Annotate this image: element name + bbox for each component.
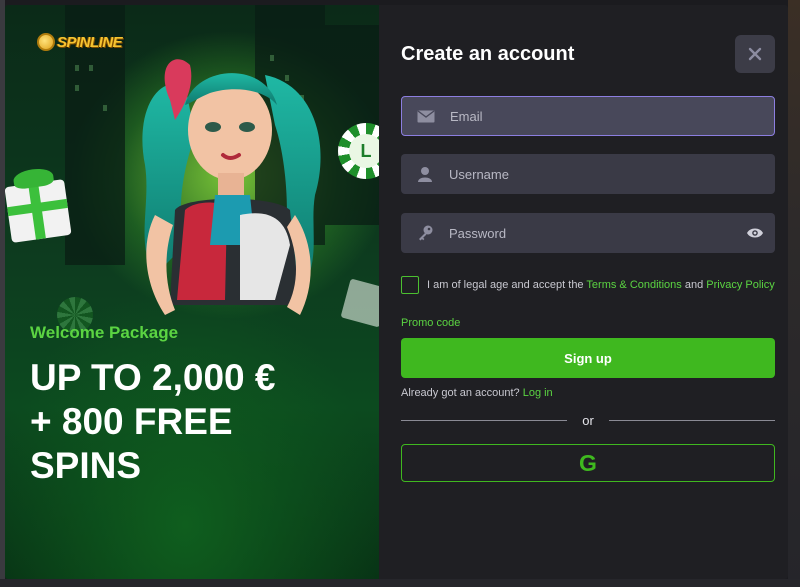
bonus-headline: UP TO 2,000 € + 800 FREE SPINS <box>30 356 360 488</box>
promo-panel: SPINLINE L Welcome Package UP TO 2,000 €… <box>5 5 379 579</box>
headline-line: + 800 FREE <box>30 401 233 442</box>
gift-box-illustration <box>5 166 72 243</box>
backdrop-edge-bottom <box>0 579 800 587</box>
google-icon: G <box>579 450 597 476</box>
consent-row: I am of legal age and accept the Terms &… <box>401 276 781 294</box>
login-link[interactable]: Log in <box>523 387 553 399</box>
hero-character-illustration <box>142 59 321 315</box>
signup-form-panel: Create an account Email Username I am of… <box>379 5 788 579</box>
consent-and: and <box>684 279 704 291</box>
gift-box-illustration <box>340 278 379 328</box>
signup-button[interactable]: Sign up <box>401 338 775 378</box>
building-window <box>103 105 107 111</box>
consent-prefix: I am of legal age and accept the <box>427 279 584 291</box>
coin-icon <box>37 33 55 51</box>
headline-line: UP TO 2,000 € <box>30 357 276 398</box>
building-window <box>75 85 79 91</box>
already-have-account: Already got an account? Log in <box>401 387 553 399</box>
building-window <box>89 65 93 71</box>
legal-age-checkbox[interactable] <box>401 276 419 294</box>
backdrop-edge-right <box>788 0 800 587</box>
svg-text:G: G <box>579 450 597 476</box>
divider-line <box>609 420 775 421</box>
building-window <box>75 65 79 71</box>
or-label: or <box>582 413 594 428</box>
close-button[interactable] <box>735 35 775 73</box>
gift-bow <box>12 166 55 191</box>
welcome-package-label: Welcome Package <box>30 323 179 342</box>
envelope-icon <box>402 109 450 123</box>
email-input[interactable] <box>450 97 774 135</box>
headline-line: SPINS <box>30 445 142 486</box>
username-field[interactable] <box>401 154 775 194</box>
brand-logo-text: SPINLINE <box>57 33 123 51</box>
signup-modal: SPINLINE L Welcome Package UP TO 2,000 €… <box>5 5 788 579</box>
divider-line <box>401 420 567 421</box>
terms-link[interactable]: Terms & Conditions <box>586 279 681 291</box>
key-icon <box>401 225 449 241</box>
password-field[interactable] <box>401 213 775 253</box>
username-input[interactable] <box>449 154 775 194</box>
password-input[interactable] <box>449 213 735 253</box>
form-title: Create an account <box>401 43 575 65</box>
user-icon <box>401 166 449 182</box>
brand-logo[interactable]: SPINLINE <box>37 33 123 51</box>
already-text: Already got an account? <box>401 387 520 399</box>
or-divider: or <box>401 413 775 428</box>
privacy-policy-link[interactable]: Privacy Policy <box>706 279 774 291</box>
consent-text: I am of legal age and accept the Terms &… <box>427 279 775 291</box>
google-signup-button[interactable]: G <box>401 444 775 482</box>
close-icon <box>748 47 762 61</box>
promo-code-link[interactable]: Promo code <box>401 317 460 329</box>
toggle-password-visibility-button[interactable] <box>735 227 775 239</box>
eye-icon <box>747 228 763 238</box>
email-field[interactable] <box>401 96 775 136</box>
